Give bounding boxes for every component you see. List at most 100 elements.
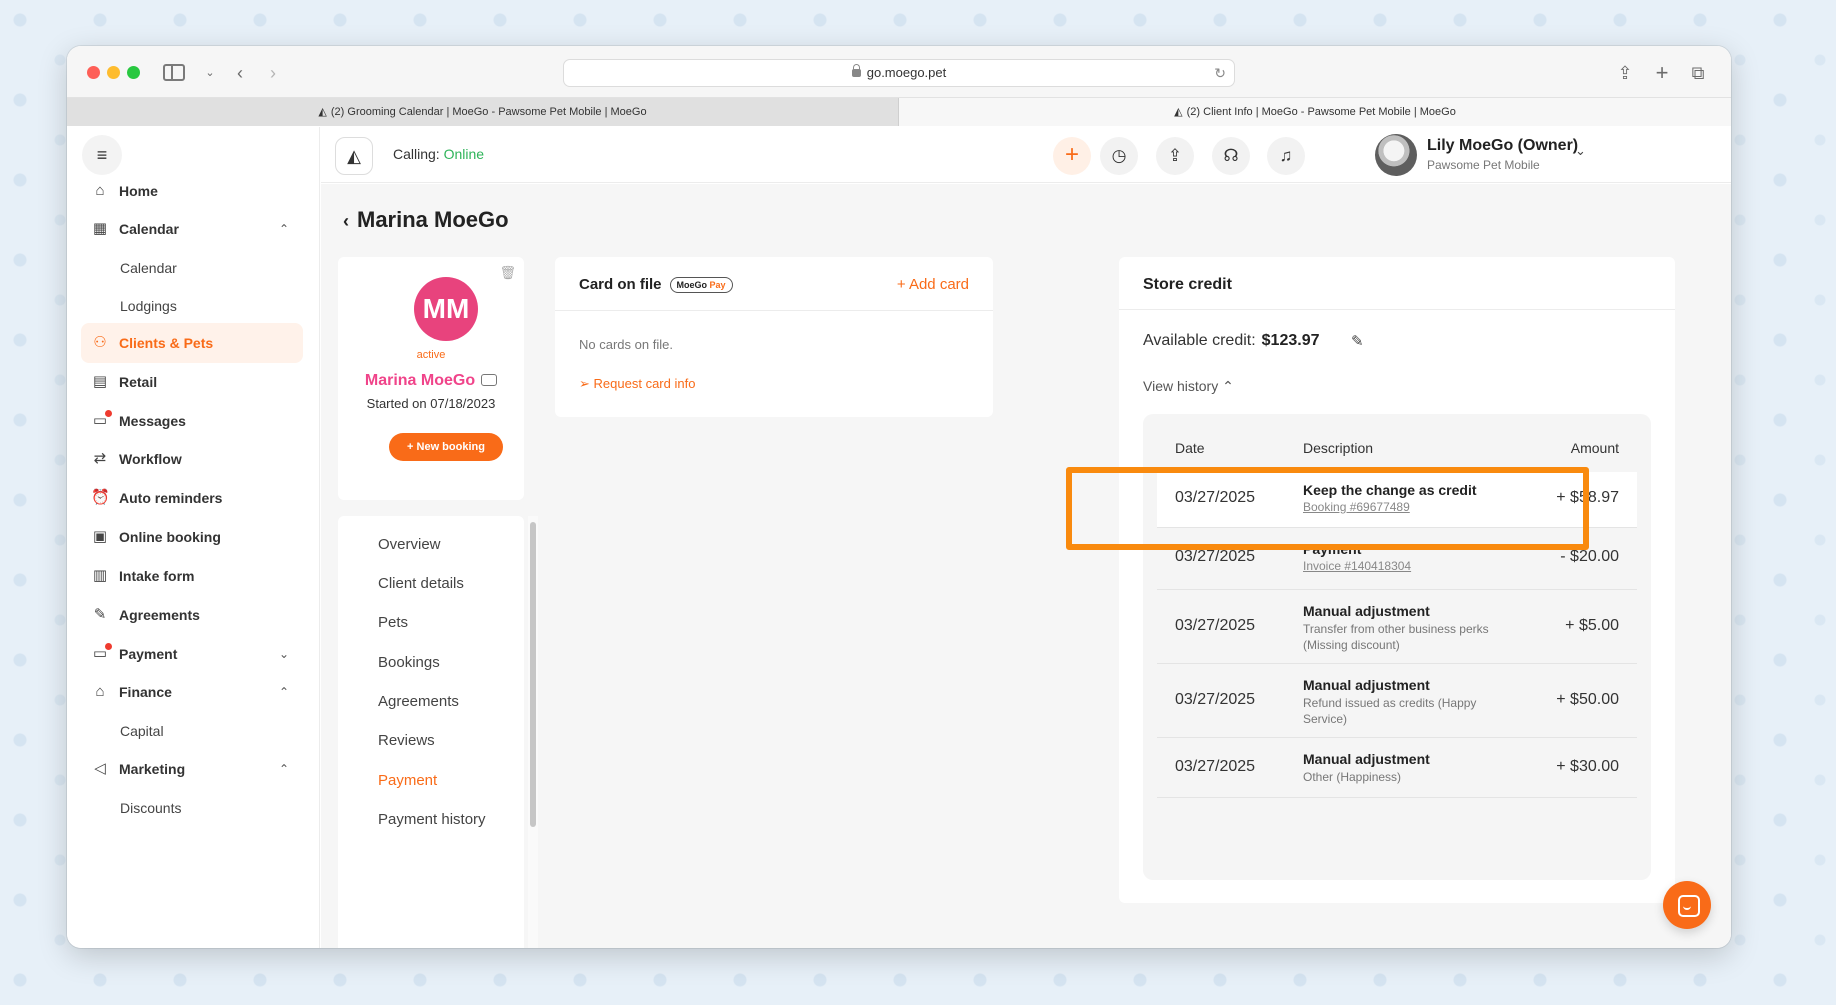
client-avatar: MM bbox=[414, 277, 478, 341]
workflow-icon: ⇄ bbox=[93, 450, 107, 467]
sidebar-subitem-capital[interactable]: Capital bbox=[120, 711, 164, 751]
moego-logo-icon: ◭ bbox=[318, 106, 327, 118]
chat-support-button[interactable] bbox=[1663, 881, 1711, 929]
upload-icon[interactable]: ⇪ bbox=[1156, 137, 1194, 175]
client-menu-agreements[interactable]: Agreements bbox=[378, 693, 459, 710]
back-icon[interactable]: ‹ bbox=[343, 211, 349, 231]
forward-arrow-icon[interactable]: › bbox=[260, 60, 286, 86]
new-booking-button[interactable]: + New booking bbox=[389, 433, 503, 461]
sidebar-item-agreements[interactable]: ✎ Agreements bbox=[81, 595, 303, 635]
maximize-window-button[interactable] bbox=[127, 66, 140, 79]
sidebar-item-label: Intake form bbox=[119, 568, 195, 584]
sidebar-item-online-booking[interactable]: ▣ Online booking bbox=[81, 517, 303, 557]
client-menu-reviews[interactable]: Reviews bbox=[378, 732, 435, 749]
notification-dot bbox=[105, 643, 112, 650]
client-menu-payment[interactable]: Payment bbox=[378, 772, 437, 789]
table-row: 03/27/2025 Manual adjustment Other (Happ… bbox=[1157, 738, 1637, 798]
calling-online: Online bbox=[443, 146, 485, 162]
client-menu-pets[interactable]: Pets bbox=[378, 614, 408, 631]
sidebar-item-retail[interactable]: ▤ Retail bbox=[81, 362, 303, 402]
chevron-down-icon[interactable]: ⌄ bbox=[1575, 143, 1586, 159]
store-credit-title: Store credit bbox=[1143, 276, 1232, 293]
tab-grooming-calendar[interactable]: ◭ (2) Grooming Calendar | MoeGo - Pawsome… bbox=[67, 98, 899, 126]
moego-logo-icon[interactable]: ◭ bbox=[335, 137, 373, 175]
page-title: ‹ Marina MoeGo bbox=[343, 207, 509, 233]
back-arrow-icon[interactable]: ‹ bbox=[227, 60, 253, 86]
megaphone-icon: ◁ bbox=[94, 760, 106, 777]
edit-pencil-icon[interactable]: ✎ bbox=[1351, 332, 1364, 350]
calendar-icon: ▦ bbox=[92, 220, 108, 237]
sidebar-item-finance[interactable]: ⌂ Finance ⌃ bbox=[81, 672, 303, 712]
sidebar-item-workflow[interactable]: ⇄ Workflow bbox=[81, 439, 303, 479]
column-header-description: Description bbox=[1303, 440, 1374, 456]
card-icon[interactable] bbox=[481, 374, 498, 386]
sidebar-subitem-discounts[interactable]: Discounts bbox=[120, 788, 181, 828]
sidebar-item-payment[interactable]: ▭ Payment ⌄ bbox=[81, 634, 303, 674]
minimize-window-button[interactable] bbox=[107, 66, 120, 79]
table-row: 03/27/2025 Manual adjustment Refund issu… bbox=[1157, 664, 1637, 738]
tab-client-info[interactable]: ◭ (2) Client Info | MoeGo - Pawsome Pet M… bbox=[899, 98, 1731, 126]
row-amount: + $50.00 bbox=[1556, 691, 1619, 708]
store-credit-panel: Store credit Available credit: $123.97 ✎ … bbox=[1119, 257, 1675, 903]
sidebar-subitem-calendar[interactable]: Calendar bbox=[120, 248, 177, 288]
sidebar-item-clients-pets[interactable]: ⚇ Clients & Pets bbox=[81, 323, 303, 363]
sidebar-item-marketing[interactable]: ◁ Marketing ⌃ bbox=[81, 749, 303, 789]
row-description: Manual adjustment bbox=[1303, 677, 1430, 693]
sidebar-item-label: Agreements bbox=[119, 607, 200, 623]
clock-icon[interactable]: ◷ bbox=[1100, 137, 1138, 175]
reload-icon[interactable]: ↻ bbox=[1214, 60, 1226, 86]
column-header-amount: Amount bbox=[1570, 440, 1619, 456]
client-menu-client-details[interactable]: Client details bbox=[378, 575, 464, 592]
browser-titlebar: ⌄ ‹ › go.moego.pet ↻ ⇪ + ⧉ bbox=[67, 46, 1731, 98]
sidebar-item-home[interactable]: ⌂ Home bbox=[81, 171, 303, 211]
quick-add-button[interactable]: + bbox=[1053, 137, 1091, 175]
client-menu-overview[interactable]: Overview bbox=[378, 536, 441, 553]
available-credit-amount: $123.97 bbox=[1261, 332, 1320, 349]
chevron-down-icon[interactable]: ⌄ bbox=[197, 60, 223, 86]
client-menu: Overview Client details Pets Bookings Ag… bbox=[338, 516, 524, 948]
browser-window: ⌄ ‹ › go.moego.pet ↻ ⇪ + ⧉ ◭ (2) Grooming… bbox=[67, 46, 1731, 948]
sidebar-item-label: Online booking bbox=[119, 529, 221, 545]
close-window-button[interactable] bbox=[87, 66, 100, 79]
clients-icon: ⚇ bbox=[93, 334, 107, 351]
booking-link[interactable]: Booking #69677489 bbox=[1303, 500, 1410, 514]
calling-status: Calling: Online bbox=[393, 146, 484, 162]
moego-pay-badge: MoeGo Pay bbox=[669, 277, 733, 293]
client-menu-bookings[interactable]: Bookings bbox=[378, 654, 440, 671]
request-card-info-link[interactable]: ➢ Request card info bbox=[579, 376, 695, 392]
user-name[interactable]: Lily MoeGo (Owner) bbox=[1427, 137, 1578, 155]
sidebar-item-intake-form[interactable]: ▥ Intake form bbox=[81, 556, 303, 596]
url-bar[interactable]: go.moego.pet ↻ bbox=[563, 59, 1235, 87]
sidebar-item-auto-reminders[interactable]: ⏰ Auto reminders bbox=[81, 478, 303, 518]
invoice-link[interactable]: Invoice #140418304 bbox=[1303, 559, 1411, 573]
request-card-label: Request card info bbox=[593, 376, 696, 391]
sidebar-item-label: Auto reminders bbox=[119, 490, 223, 506]
tab-overview-icon[interactable]: ⧉ bbox=[1685, 60, 1711, 86]
new-tab-icon[interactable]: + bbox=[1649, 60, 1675, 86]
bell-icon[interactable]: ♫ bbox=[1267, 137, 1305, 175]
share-icon[interactable]: ⇪ bbox=[1612, 60, 1638, 86]
available-credit: Available credit: $123.97 bbox=[1143, 332, 1320, 350]
headset-icon[interactable]: ☊ bbox=[1212, 137, 1250, 175]
menu-icon[interactable]: ≡ bbox=[82, 135, 122, 175]
home-icon: ⌂ bbox=[95, 182, 105, 199]
sidebar-item-calendar[interactable]: ▦ Calendar ⌃ bbox=[81, 209, 303, 249]
sidebar-toggle-icon[interactable] bbox=[163, 64, 185, 81]
chevron-up-icon: ⌃ bbox=[278, 685, 289, 699]
row-note: Other (Happiness) bbox=[1303, 770, 1402, 784]
row-amount: + $30.00 bbox=[1556, 758, 1619, 775]
row-description: Manual adjustment bbox=[1303, 603, 1430, 619]
sidebar-item-label: Clients & Pets bbox=[119, 335, 214, 351]
client-name: Marina MoeGo bbox=[338, 372, 524, 390]
avatar[interactable] bbox=[1375, 134, 1417, 176]
trash-icon[interactable]: 🗑 bbox=[499, 265, 516, 281]
tab-label: (2) Client Info | MoeGo - Pawsome Pet Mo… bbox=[1186, 106, 1456, 118]
tab-label: (2) Grooming Calendar | MoeGo - Pawsome … bbox=[330, 106, 647, 118]
client-menu-payment-history[interactable]: Payment history bbox=[378, 811, 486, 828]
client-menu-scrollbar[interactable] bbox=[530, 522, 536, 827]
add-card-button[interactable]: + Add card bbox=[897, 276, 969, 293]
view-history-label: View history bbox=[1143, 378, 1219, 394]
sidebar-item-messages[interactable]: ▭ Messages bbox=[81, 401, 303, 441]
sidebar-subitem-lodgings[interactable]: Lodgings bbox=[120, 286, 177, 326]
view-history-toggle[interactable]: View history ⌃ bbox=[1143, 378, 1234, 395]
